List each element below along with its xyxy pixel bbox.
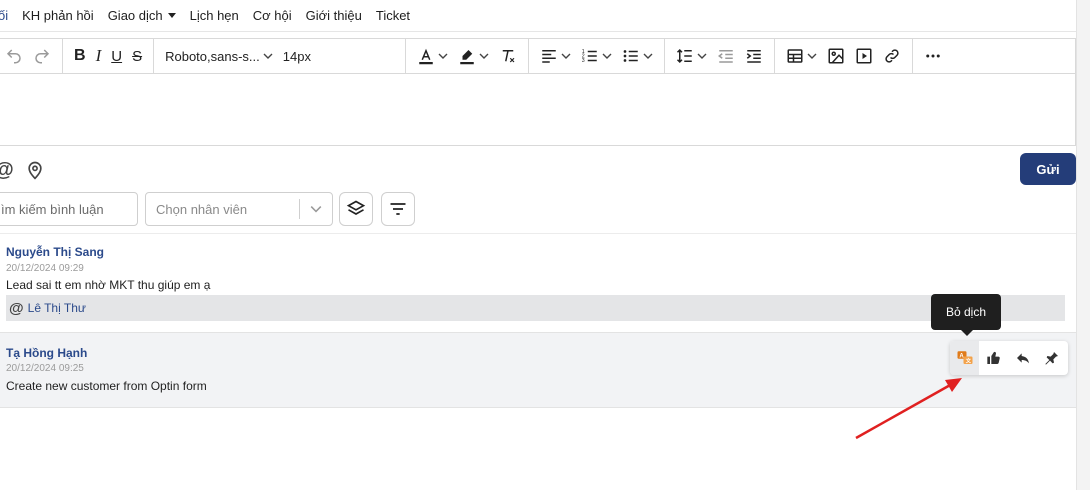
tab-transactions-label: Giao dịch xyxy=(107,8,163,23)
reply-button[interactable] xyxy=(1008,341,1037,375)
tab-ticket[interactable]: Ticket xyxy=(376,8,410,23)
undo-icon[interactable] xyxy=(0,42,28,70)
comment-editor[interactable] xyxy=(0,74,1076,146)
comment-date: 20/12/2024 09:29 xyxy=(6,263,84,274)
layers-button[interactable] xyxy=(339,192,373,226)
comment-text: Lead sai tt em nhờ MKT thu giúp em ạ xyxy=(6,278,211,292)
layers-icon xyxy=(346,200,366,215)
font-size-value: 14px xyxy=(282,48,311,64)
italic-icon[interactable]: I xyxy=(91,42,107,70)
font-family-value: Roboto,sans-s... xyxy=(165,48,260,64)
tab-transactions[interactable]: Giao dịch xyxy=(108,8,176,23)
strikethrough-icon[interactable]: S xyxy=(127,42,147,70)
image-icon[interactable] xyxy=(822,42,850,70)
font-family-select[interactable]: Roboto,sans-s... xyxy=(160,42,278,70)
more-icon[interactable] xyxy=(919,42,947,70)
reply-icon xyxy=(1016,353,1029,364)
at-symbol-glyph: @ xyxy=(0,159,14,182)
list-divider xyxy=(0,233,1076,234)
caret-down-icon xyxy=(167,13,176,18)
underline-icon[interactable]: U xyxy=(106,42,127,70)
comment-item-hovered xyxy=(0,332,1076,408)
tab-referrals[interactable]: Giới thiệu xyxy=(306,8,362,23)
location-pin-icon[interactable] xyxy=(24,159,46,181)
filter-button[interactable] xyxy=(381,192,415,226)
comment-date: 20/12/2024 09:25 xyxy=(6,363,84,374)
bullet-list-icon[interactable] xyxy=(617,42,658,70)
chevron-down-icon xyxy=(697,53,707,59)
align-icon[interactable] xyxy=(535,42,576,70)
like-button[interactable] xyxy=(979,341,1008,375)
thumbs-up-icon xyxy=(986,351,1000,365)
staff-select[interactable]: Chọn nhân viên xyxy=(145,192,333,226)
line-height-icon[interactable] xyxy=(671,42,712,70)
tab-bar: ối KH phản hồi Giao dịch Lịch hẹn Cơ hội… xyxy=(0,0,1076,32)
comment-text: Create new customer from Optin form xyxy=(6,379,207,393)
indent-icon[interactable] xyxy=(740,42,768,70)
chevron-down-icon xyxy=(643,53,653,59)
clear-format-icon[interactable] xyxy=(494,42,522,70)
filter-icon xyxy=(390,203,406,215)
chevron-down-icon xyxy=(561,53,571,59)
editor-toolbar: B I U S Roboto,sans-s... 14px 1 2 3 xyxy=(0,38,1076,74)
outdent-icon[interactable] xyxy=(712,42,740,70)
pin-icon xyxy=(1044,352,1058,365)
translate-icon: A 文 xyxy=(957,351,972,365)
mentioned-user[interactable]: Lê Thị Thư xyxy=(28,301,86,315)
table-icon[interactable] xyxy=(781,42,822,70)
link-icon[interactable] xyxy=(878,42,906,70)
translate-button[interactable]: A 文 xyxy=(950,341,979,375)
text-color-icon[interactable] xyxy=(412,42,453,70)
ordered-list-icon[interactable]: 123 xyxy=(576,42,617,70)
video-icon[interactable] xyxy=(850,42,878,70)
comment-author[interactable]: Nguyễn Thị Sang xyxy=(6,245,104,259)
chevron-down-icon xyxy=(263,53,273,59)
page-scrollbar[interactable] xyxy=(1076,0,1090,490)
mention-icon[interactable]: @ xyxy=(0,158,16,182)
comment-actions: A 文 xyxy=(950,341,1068,375)
chevron-down-icon xyxy=(438,53,448,59)
svg-text:A: A xyxy=(959,353,964,359)
chevron-down-icon xyxy=(807,53,817,59)
bold-icon[interactable]: B xyxy=(69,42,91,70)
send-button[interactable]: Gửi xyxy=(1020,153,1076,185)
tab-opportunities[interactable]: Cơ hội xyxy=(253,8,292,23)
pin-button[interactable] xyxy=(1037,341,1066,375)
tooltip: Bỏ dịch xyxy=(931,294,1001,336)
comment-author[interactable]: Tạ Hồng Hạnh xyxy=(6,346,87,360)
staff-select-placeholder: Chọn nhân viên xyxy=(156,201,248,217)
chevron-down-icon xyxy=(300,203,332,215)
font-size-select[interactable]: 14px xyxy=(278,42,316,70)
search-comments-input[interactable] xyxy=(0,192,138,226)
highlight-icon[interactable] xyxy=(453,42,494,70)
chevron-down-icon xyxy=(602,53,612,59)
tab-customer-feedback[interactable]: KH phản hồi xyxy=(22,8,94,23)
mention-bar: @ Lê Thị Thư xyxy=(6,295,1065,321)
redo-icon[interactable] xyxy=(28,42,56,70)
chevron-down-icon xyxy=(479,53,489,59)
svg-text:3: 3 xyxy=(582,58,585,64)
at-icon: @ xyxy=(9,299,24,317)
tab-partial[interactable]: ối xyxy=(0,8,8,23)
tab-appointments[interactable]: Lịch hẹn xyxy=(190,8,239,23)
